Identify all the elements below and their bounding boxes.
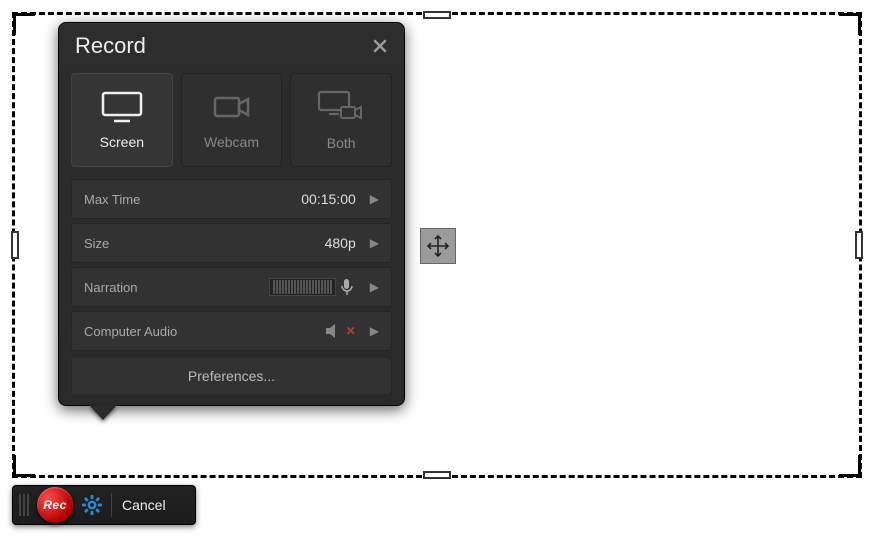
close-button[interactable] <box>372 38 388 54</box>
chevron-right-icon: ▶ <box>366 280 383 294</box>
max-time-row[interactable]: Max Time 00:15:00 ▶ <box>71 179 392 219</box>
monitor-icon <box>100 90 144 124</box>
mic-level-meter <box>269 278 356 296</box>
record-panel: Record Screen Webcam <box>58 22 405 406</box>
resize-handle-top-left[interactable] <box>13 13 35 35</box>
narration-row[interactable]: Narration ▶ <box>71 267 392 307</box>
resize-handle-left[interactable] <box>11 231 19 259</box>
mode-webcam-label: Webcam <box>204 134 259 150</box>
mode-both[interactable]: Both <box>290 73 392 167</box>
move-icon <box>425 233 451 259</box>
move-handle[interactable] <box>420 228 456 264</box>
chevron-right-icon: ▶ <box>366 192 383 206</box>
resize-handle-top[interactable] <box>423 11 451 19</box>
resize-handle-top-right[interactable] <box>839 13 861 35</box>
narration-label: Narration <box>84 280 137 295</box>
resize-handle-right[interactable] <box>855 231 863 259</box>
resize-handle-bottom-right[interactable] <box>839 455 861 477</box>
preferences-label: Preferences... <box>188 368 275 384</box>
mode-screen[interactable]: Screen <box>71 73 173 167</box>
gear-icon <box>81 494 103 516</box>
max-time-label: Max Time <box>84 192 140 207</box>
resize-handle-bottom[interactable] <box>423 471 451 479</box>
size-row[interactable]: Size 480p ▶ <box>71 223 392 263</box>
controls-bar: Rec Cancel <box>12 485 196 525</box>
settings-button[interactable] <box>79 492 105 518</box>
computer-audio-label: Computer Audio <box>84 324 177 339</box>
divider <box>111 493 112 517</box>
panel-title: Record <box>75 33 146 59</box>
close-icon <box>372 38 388 54</box>
record-button-label: Rec <box>43 498 67 512</box>
computer-audio-row[interactable]: Computer Audio ✕ ▶ <box>71 311 392 351</box>
cancel-button[interactable]: Cancel <box>118 497 170 513</box>
mode-webcam[interactable]: Webcam <box>181 73 283 167</box>
size-value: 480p <box>325 235 356 251</box>
drag-grip[interactable] <box>17 494 31 516</box>
max-time-value: 00:15:00 <box>301 191 356 207</box>
record-button[interactable]: Rec <box>37 487 73 523</box>
mode-screen-label: Screen <box>100 134 144 150</box>
chevron-right-icon: ▶ <box>366 324 383 338</box>
both-icon <box>317 89 365 125</box>
size-label: Size <box>84 236 109 251</box>
webcam-icon <box>210 90 254 124</box>
microphone-icon <box>338 278 356 296</box>
resize-handle-bottom-left[interactable] <box>13 455 35 477</box>
speaker-muted-icon: ✕ <box>324 323 356 339</box>
cancel-label: Cancel <box>122 497 166 513</box>
chevron-right-icon: ▶ <box>366 236 383 250</box>
mode-both-label: Both <box>327 135 356 151</box>
preferences-button[interactable]: Preferences... <box>71 357 392 395</box>
